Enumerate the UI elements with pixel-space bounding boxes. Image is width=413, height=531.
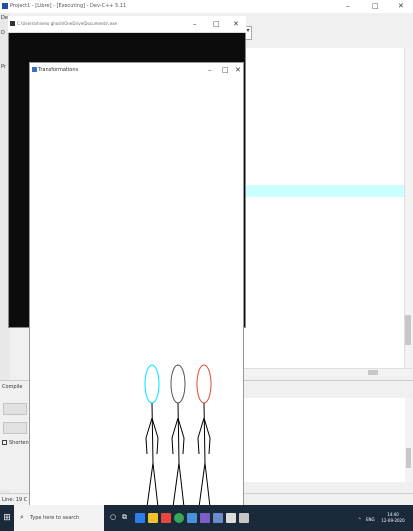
stick-head	[196, 364, 212, 404]
app-taskbar-icon[interactable]	[213, 513, 223, 523]
left-strip-text: De	[1, 15, 8, 21]
main-window-titlebar: Project1 - [Libre] - [Executing] - Dev-C…	[0, 0, 413, 13]
devcpp-taskbar-icon[interactable]	[200, 513, 210, 523]
graphics-close-button[interactable]: ✕	[235, 66, 241, 74]
console-close-button[interactable]: ✕	[233, 20, 239, 28]
graphics-minimize-button[interactable]: –	[208, 66, 212, 74]
graphics-taskbar-icon[interactable]	[239, 513, 249, 523]
code-editor[interactable]	[242, 48, 408, 368]
left-strip-text: Pr	[1, 64, 6, 70]
file-explorer-icon[interactable]	[148, 513, 158, 523]
editor-scroll-thumb[interactable]	[405, 315, 411, 345]
main-minimize-button[interactable]: –	[346, 2, 350, 10]
status-text: Line: 19 C	[2, 497, 28, 503]
stick-head	[170, 364, 186, 404]
mail-icon[interactable]	[187, 513, 197, 523]
stick-arm-left	[171, 417, 179, 455]
compile-log[interactable]	[243, 398, 413, 482]
stick-body	[151, 402, 154, 464]
graphics-window-title: Transformations	[38, 67, 79, 73]
stick-figure-red	[196, 364, 212, 507]
taskbar: ⊞ ⌕ Type here to search ○ ⧉ ^ ENG 14:40 …	[0, 505, 413, 531]
main-close-button[interactable]: ✕	[398, 2, 404, 10]
system-clock[interactable]: 14:40 12-09-2020	[378, 512, 408, 524]
stick-figures-canvas	[144, 364, 212, 507]
console-icon	[10, 21, 15, 26]
abort-compilation-button[interactable]	[3, 403, 27, 415]
graphics-maximize-button[interactable]: □	[222, 66, 229, 74]
stick-leg-right	[178, 462, 185, 507]
chevron-up-icon[interactable]: ^	[358, 517, 361, 522]
store-icon[interactable]	[161, 513, 171, 523]
stick-figure-cyan	[144, 364, 160, 507]
windows-start-icon[interactable]: ⊞	[0, 505, 14, 531]
compile-tab-label: Compile	[2, 384, 23, 390]
console-title: C:\Users\shivmo ghosh\OneDrive\Documents…	[17, 21, 117, 26]
taskbar-search-box[interactable]: ⌕ Type here to search	[14, 505, 104, 531]
stick-leg-right	[152, 462, 159, 507]
stick-arm-left	[145, 417, 153, 455]
chrome-icon[interactable]	[174, 513, 184, 523]
tab-compile[interactable]: Compile	[2, 384, 22, 390]
stick-figure-grey	[170, 364, 186, 507]
stick-head	[144, 364, 160, 404]
stick-leg-left	[198, 462, 206, 507]
options-button[interactable]	[3, 422, 27, 434]
language-indicator[interactable]: ENG	[366, 517, 375, 522]
graphics-titlebar[interactable]: Transformations – □ ✕	[30, 63, 243, 78]
stick-leg-right	[204, 462, 211, 507]
cortana-icon[interactable]: ○	[110, 513, 116, 521]
edge-icon[interactable]	[135, 513, 145, 523]
stick-leg-left	[146, 462, 154, 507]
editor-hscroll-thumb[interactable]	[368, 370, 378, 375]
editor-horizontal-scrollbar[interactable]	[242, 368, 412, 376]
console-minimize-button[interactable]: –	[193, 20, 197, 28]
devcpp-app-icon	[2, 3, 8, 9]
search-icon: ⌕	[20, 513, 24, 521]
left-strip-text: D	[1, 30, 5, 36]
log-scrollbar[interactable]	[405, 398, 413, 482]
stick-arm-left	[197, 417, 205, 455]
clock-date: 12-09-2020	[381, 518, 405, 523]
console-maximize-button[interactable]: □	[213, 20, 220, 28]
stick-body	[203, 402, 206, 464]
console-titlebar[interactable]: C:\Users\shivmo ghosh\OneDrive\Documents…	[8, 16, 246, 33]
stick-body	[177, 402, 180, 464]
main-window-title: Project1 - [Libre] - [Executing] - Dev-C…	[10, 3, 127, 9]
main-maximize-button[interactable]: □	[372, 2, 379, 10]
console-taskbar-icon[interactable]	[226, 513, 236, 523]
log-scroll-thumb[interactable]	[406, 448, 411, 468]
stick-leg-left	[172, 462, 180, 507]
graphics-window-icon	[32, 67, 37, 72]
editor-highlighted-line	[243, 185, 408, 197]
task-view-icon[interactable]: ⧉	[122, 513, 127, 522]
search-placeholder: Type here to search	[30, 515, 80, 521]
checkbox-icon[interactable]	[2, 440, 7, 445]
